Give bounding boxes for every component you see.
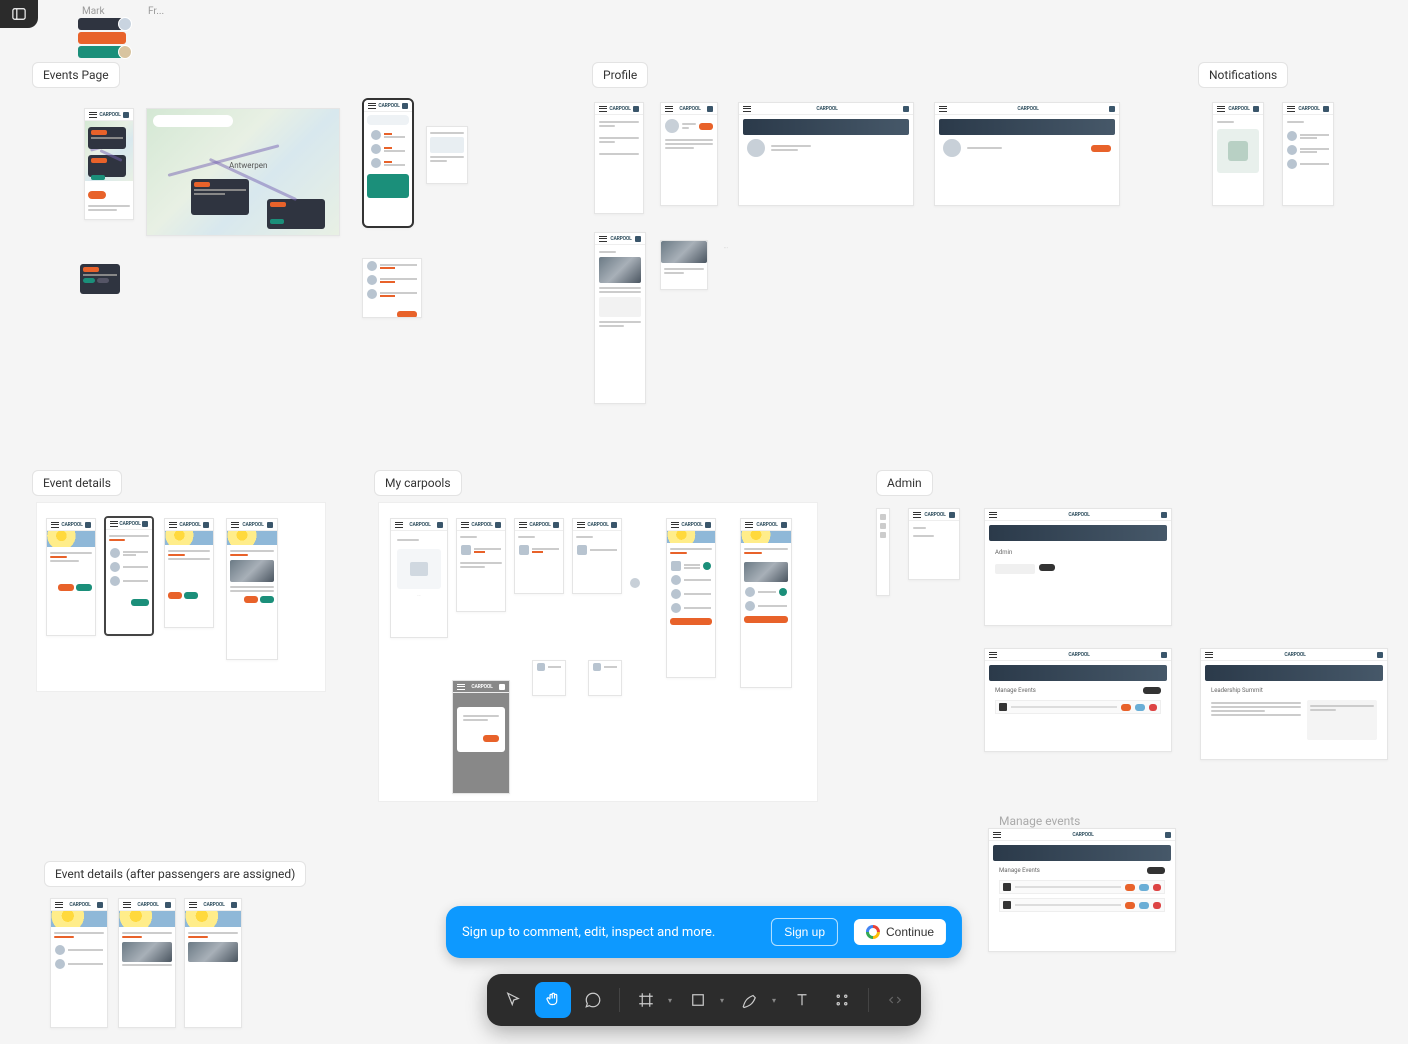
separator xyxy=(619,988,620,1012)
actions-tool[interactable] xyxy=(824,982,860,1018)
section-admin[interactable]: Admin xyxy=(876,470,933,496)
devmode-tool[interactable] xyxy=(877,982,913,1018)
artboard-carpool-empty[interactable]: CARPOOL ··· xyxy=(390,518,448,638)
leadership-heading: Leadership Summit xyxy=(1201,685,1387,696)
artboard-carpool-sm-2[interactable] xyxy=(588,660,622,696)
chevron-down-icon[interactable]: ▾ xyxy=(720,996,728,1005)
google-icon xyxy=(866,925,880,939)
artboard-events-mobile-1[interactable]: CARPOOL xyxy=(84,108,134,220)
bottom-toolbar: ▾ ▾ ▾ xyxy=(487,974,921,1026)
rectangle-icon xyxy=(689,991,707,1009)
admin-heading: Admin xyxy=(985,545,1171,560)
artboard-profile-car[interactable]: CARPOOL xyxy=(594,232,646,404)
hand-tool[interactable] xyxy=(535,982,571,1018)
move-tool[interactable] xyxy=(495,982,531,1018)
avatar-icon xyxy=(123,112,129,118)
artboard-events-list[interactable] xyxy=(362,258,422,318)
chip xyxy=(78,46,126,58)
panel-icon xyxy=(12,7,26,21)
section-my-carpools[interactable]: My carpools xyxy=(374,470,462,496)
artboard-eventdetail-2[interactable]: CARPOOL xyxy=(104,516,154,636)
artboard-admin-desktop[interactable]: CARPOOL Admin xyxy=(984,508,1172,626)
continue-google-button[interactable]: Continue xyxy=(854,919,946,945)
chip xyxy=(78,32,126,44)
comment-tool[interactable] xyxy=(575,982,611,1018)
artboard-map-large[interactable]: Antwerpen xyxy=(146,108,340,236)
section-event-details-after[interactable]: Event details (after passengers are assi… xyxy=(44,861,306,887)
artboard-leadership[interactable]: CARPOOL Leadership Summit xyxy=(1200,648,1388,760)
section-events-page[interactable]: Events Page xyxy=(32,62,120,88)
artboard-eventdetail-1[interactable]: CARPOOL xyxy=(46,518,96,636)
map-marker-card xyxy=(267,199,325,229)
pen-tool[interactable] xyxy=(732,982,768,1018)
map-city-label: Antwerpen xyxy=(229,161,267,170)
artboard-events-card[interactable] xyxy=(426,126,468,184)
avatar xyxy=(118,45,132,59)
artboard-carpool-1[interactable]: CARPOOL xyxy=(456,518,506,612)
search-field xyxy=(153,115,233,127)
separator xyxy=(868,988,869,1012)
pen-icon xyxy=(741,991,759,1009)
shape-tool[interactable] xyxy=(680,982,716,1018)
signup-banner: Sign up to comment, edit, inspect and mo… xyxy=(446,906,962,958)
artboard-admin-mobile[interactable]: CARPOOL xyxy=(908,508,960,580)
avatar xyxy=(630,578,640,588)
logo: CARPOOL xyxy=(99,112,120,118)
artboard-profile-desktop-2[interactable]: CARPOOL xyxy=(934,102,1120,206)
frame-label: Mark xyxy=(82,6,105,17)
artboard-carpool-detail-2[interactable]: CARPOOL xyxy=(740,518,792,688)
artboard-admin-nav[interactable] xyxy=(876,508,890,596)
text-icon xyxy=(793,991,811,1009)
artboard-car-thumb[interactable] xyxy=(660,240,708,290)
artboard-manage-events-2[interactable]: CARPOOL Manage Events xyxy=(988,828,1176,952)
section-profile[interactable]: Profile xyxy=(592,62,648,88)
artboard-events-mobile-2[interactable]: CARPOOL xyxy=(362,98,414,228)
artboard-profile-desktop[interactable]: CARPOOL xyxy=(738,102,914,206)
banner-message: Sign up to comment, edit, inspect and mo… xyxy=(462,925,715,940)
section-notifications[interactable]: Notifications xyxy=(1198,62,1288,88)
frame-icon xyxy=(637,991,655,1009)
menu-icon xyxy=(368,103,376,109)
artboard-carpool-3[interactable]: CARPOOL xyxy=(572,518,622,594)
artboard-notif-mobile[interactable]: CARPOOL xyxy=(1212,102,1264,206)
cursor-icon xyxy=(504,991,522,1009)
artboard-eventafter-3[interactable]: CARPOOL xyxy=(184,898,242,1028)
artboard-manage-events[interactable]: CARPOOL Manage Events xyxy=(984,648,1172,752)
map-marker-card xyxy=(191,179,249,215)
frame-tool[interactable] xyxy=(628,982,664,1018)
artboard-eventafter-1[interactable]: CARPOOL xyxy=(50,898,108,1028)
artboard-carpool-sm-1[interactable] xyxy=(532,660,566,696)
chevron-down-icon[interactable]: ▾ xyxy=(772,996,780,1005)
chevron-down-icon[interactable]: ▾ xyxy=(668,996,676,1005)
menu-icon xyxy=(89,112,97,118)
chip-card[interactable] xyxy=(80,264,120,294)
text-tool[interactable] xyxy=(784,982,820,1018)
artboard-notif-list[interactable]: CARPOOL xyxy=(1282,102,1334,206)
section-event-details[interactable]: Event details xyxy=(32,470,122,496)
artboard-carpool-modal[interactable]: CARPOOL xyxy=(452,680,510,794)
signup-button[interactable]: Sign up xyxy=(771,918,838,946)
sparkle-icon xyxy=(833,991,851,1009)
artboard-carpool-detail-1[interactable]: CARPOOL xyxy=(666,518,716,678)
comment-icon xyxy=(584,991,602,1009)
avatar xyxy=(118,17,132,31)
artboard-profile-mobile-2[interactable]: CARPOOL xyxy=(660,102,718,206)
chip xyxy=(78,18,126,30)
artboard-profile-mobile[interactable]: CARPOOL xyxy=(594,102,644,214)
frame-label: Fr... xyxy=(148,6,164,17)
artboard-carpool-2[interactable]: CARPOOL xyxy=(514,518,564,594)
sidebar-toggle[interactable] xyxy=(0,0,38,28)
text-snippet: ··· xyxy=(724,246,728,252)
hand-icon xyxy=(544,991,562,1009)
code-icon xyxy=(886,991,904,1009)
artboard-eventdetail-4[interactable]: CARPOOL xyxy=(226,518,278,660)
design-canvas[interactable]: Mark Fr... Events Page Profile Notificat… xyxy=(0,0,1408,1044)
chip-stack xyxy=(78,18,126,60)
artboard-eventdetail-3[interactable]: CARPOOL xyxy=(164,518,214,628)
manage-events-heading: Manage Events xyxy=(995,687,1036,694)
artboard-eventafter-2[interactable]: CARPOOL xyxy=(118,898,176,1028)
